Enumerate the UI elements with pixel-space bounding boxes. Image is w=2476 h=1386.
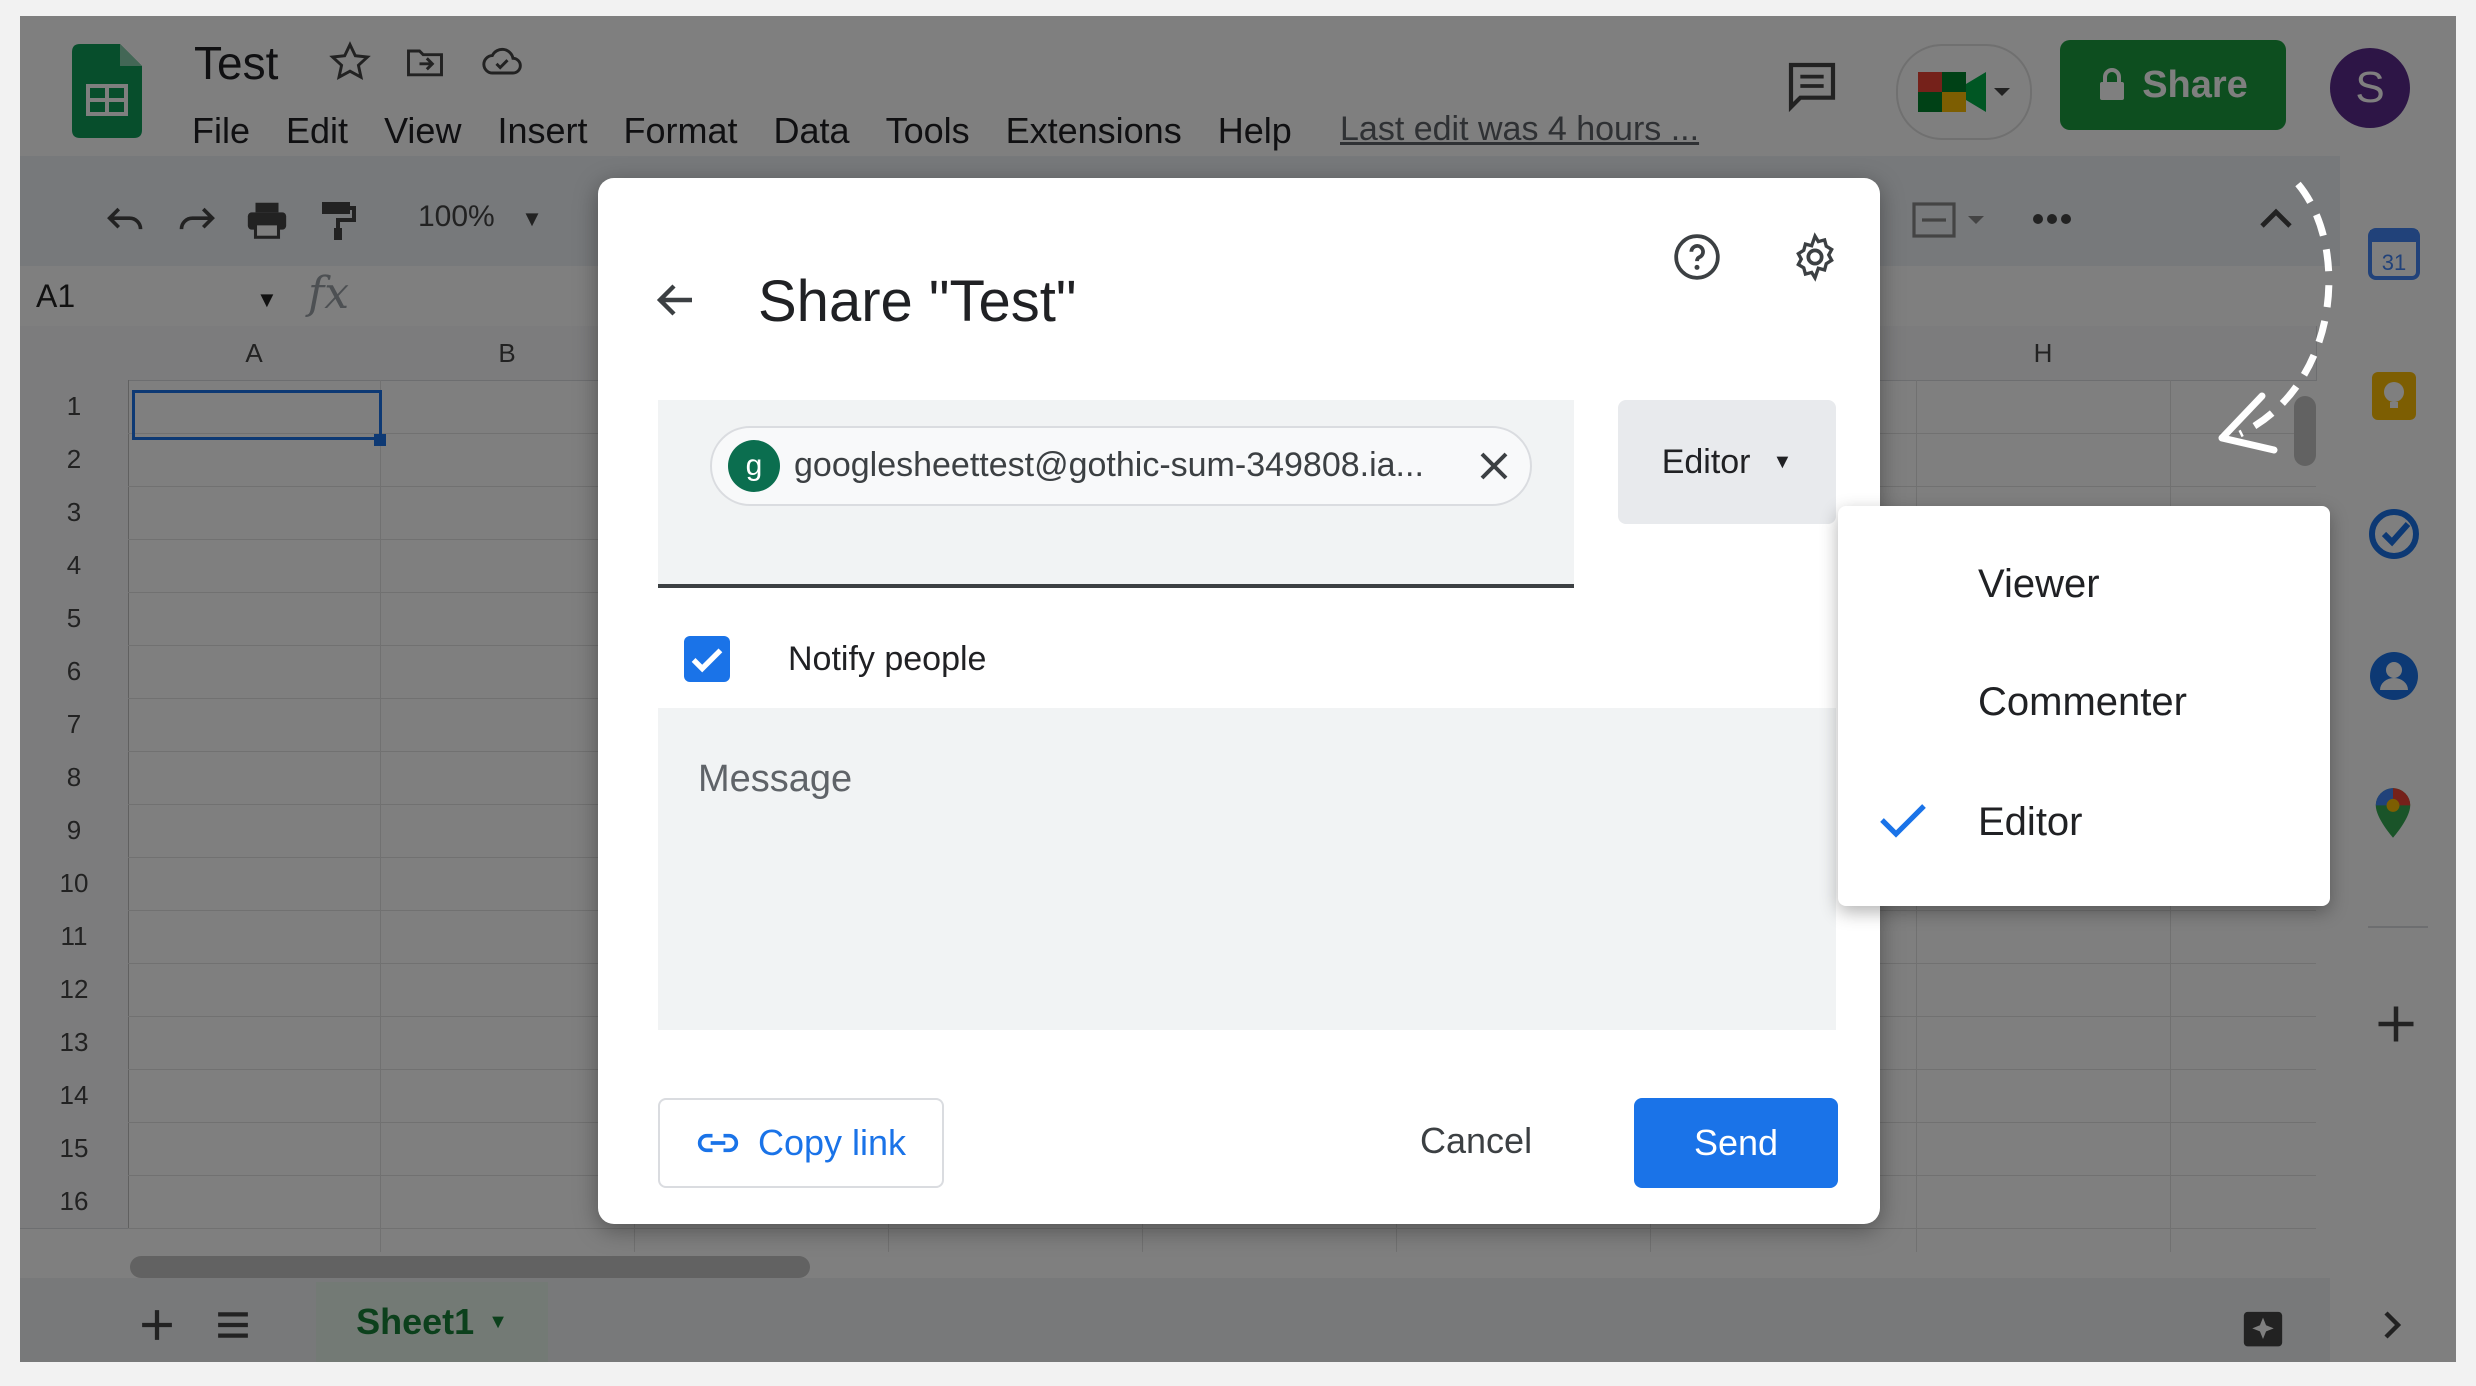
caret-down-icon: ▼: [1772, 450, 1793, 473]
checkmark-icon: [1878, 800, 1928, 840]
cancel-button[interactable]: Cancel: [1420, 1120, 1532, 1162]
share-dialog: Share "Test" g googlesheettest@gothic-su…: [598, 178, 1880, 1224]
message-placeholder: Message: [698, 758, 853, 800]
back-arrow-icon[interactable]: [652, 276, 700, 324]
notify-people-checkbox[interactable]: [684, 636, 730, 682]
role-dropdown-button[interactable]: Editor ▼: [1618, 400, 1836, 524]
notify-people-label[interactable]: Notify people: [788, 640, 986, 679]
recipient-email: googlesheettest@gothic-sum-349808.ia...: [794, 446, 1424, 484]
copy-link-label: Copy link: [757, 1122, 907, 1163]
settings-gear-icon[interactable]: [1790, 232, 1840, 282]
role-menu: Viewer Commenter Editor: [1838, 506, 2330, 906]
role-option-commenter[interactable]: Commenter: [1978, 680, 2187, 725]
spreadsheet-window: Test File Edit View Insert Format Data T…: [20, 16, 2456, 1362]
copy-link-button[interactable]: Copy link: [658, 1098, 944, 1188]
message-textarea[interactable]: [658, 708, 1836, 1030]
annotation-arrow: [2200, 176, 2340, 466]
role-option-viewer[interactable]: Viewer: [1978, 562, 2100, 607]
help-icon[interactable]: [1672, 232, 1722, 282]
remove-recipient-icon[interactable]: [1478, 450, 1510, 482]
role-option-editor[interactable]: Editor: [1978, 800, 2083, 845]
role-label: Editor: [1661, 442, 1751, 481]
send-button[interactable]: Send: [1634, 1098, 1838, 1188]
recipient-avatar: g: [728, 440, 780, 492]
link-icon: [696, 1131, 740, 1155]
dialog-title: Share "Test": [758, 269, 1077, 334]
